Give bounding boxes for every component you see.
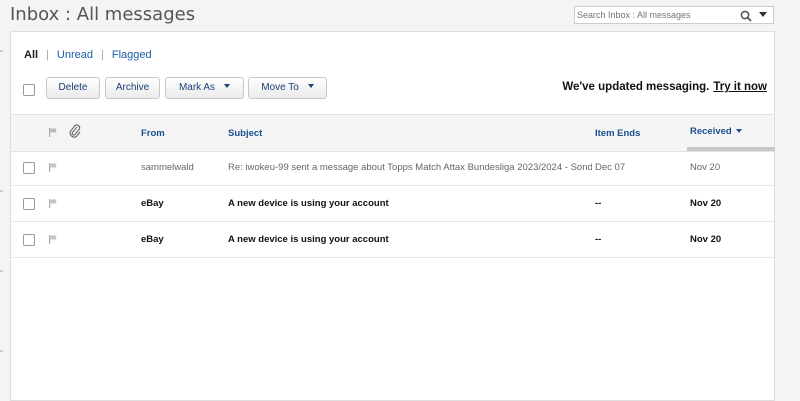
message-item-ends: -- — [595, 234, 602, 245]
flag-icon — [49, 128, 57, 137]
search-box[interactable] — [574, 6, 774, 24]
mark-as-button[interactable]: Mark As — [165, 77, 244, 99]
filter-separator: | — [101, 49, 104, 61]
move-to-button[interactable]: Move To — [248, 77, 327, 99]
filter-bar: All | Unread | Flagged — [24, 49, 152, 61]
message-received: Nov 20 — [690, 198, 722, 209]
archive-button[interactable]: Archive — [105, 77, 160, 99]
row-checkbox[interactable] — [23, 234, 35, 246]
message-from: eBay — [141, 198, 164, 209]
table-header: From Subject Item Ends Received — [11, 114, 775, 152]
filter-separator: | — [46, 49, 49, 61]
notice-text: We've updated messaging. — [562, 81, 710, 93]
message-subject[interactable]: A new device is using your account — [228, 234, 592, 245]
message-item-ends: -- — [595, 198, 602, 209]
filter-unread[interactable]: Unread — [57, 49, 93, 61]
edge-mark — [0, 270, 3, 272]
column-subject[interactable]: Subject — [228, 128, 262, 139]
page-title: Inbox : All messages — [10, 4, 196, 25]
select-all-checkbox[interactable] — [23, 84, 35, 96]
edge-mark — [0, 350, 3, 352]
message-received: Nov 20 — [690, 162, 721, 173]
message-row[interactable]: eBay A new device is using your account … — [11, 186, 774, 222]
search-icon[interactable] — [740, 10, 752, 22]
message-subject[interactable]: Re: iwokeu-99 sent a message about Topps… — [228, 162, 592, 173]
column-from[interactable]: From — [141, 128, 165, 139]
edge-mark — [0, 50, 3, 52]
delete-button[interactable]: Delete — [46, 77, 100, 99]
messages-panel: All | Unread | Flagged Delete Archive Mark A… — [10, 31, 775, 401]
message-from: eBay — [141, 234, 164, 245]
filter-flagged[interactable]: Flagged — [112, 49, 152, 61]
chevron-down-icon[interactable] — [759, 12, 767, 18]
filter-all[interactable]: All — [24, 49, 38, 61]
messaging-notice: We've updated messaging. Try it now — [562, 81, 767, 93]
flag-icon[interactable] — [49, 163, 57, 172]
search-input[interactable] — [577, 8, 732, 22]
edge-mark — [0, 190, 3, 192]
try-it-now-link[interactable]: Try it now — [713, 81, 767, 93]
flag-icon[interactable] — [49, 199, 57, 208]
chevron-down-icon — [224, 84, 231, 88]
column-item-ends[interactable]: Item Ends — [595, 128, 640, 139]
sort-down-icon — [735, 129, 742, 133]
row-checkbox[interactable] — [23, 198, 35, 210]
message-subject[interactable]: A new device is using your account — [228, 198, 592, 209]
flag-icon[interactable] — [49, 235, 57, 244]
message-row[interactable]: eBay A new device is using your account … — [11, 222, 774, 258]
column-received-label: Received — [690, 126, 732, 137]
move-to-label: Move To — [261, 82, 299, 93]
message-received: Nov 20 — [690, 234, 722, 245]
paperclip-icon — [69, 124, 81, 138]
message-row[interactable]: sammelwald Re: iwokeu-99 sent a message … — [11, 150, 774, 186]
message-item-ends: Dec 07 — [595, 162, 626, 173]
chevron-down-icon — [307, 84, 314, 88]
message-from: sammelwald — [141, 162, 194, 173]
mark-as-label: Mark As — [178, 82, 216, 93]
column-received[interactable]: Received — [690, 126, 742, 137]
row-checkbox[interactable] — [23, 162, 35, 174]
